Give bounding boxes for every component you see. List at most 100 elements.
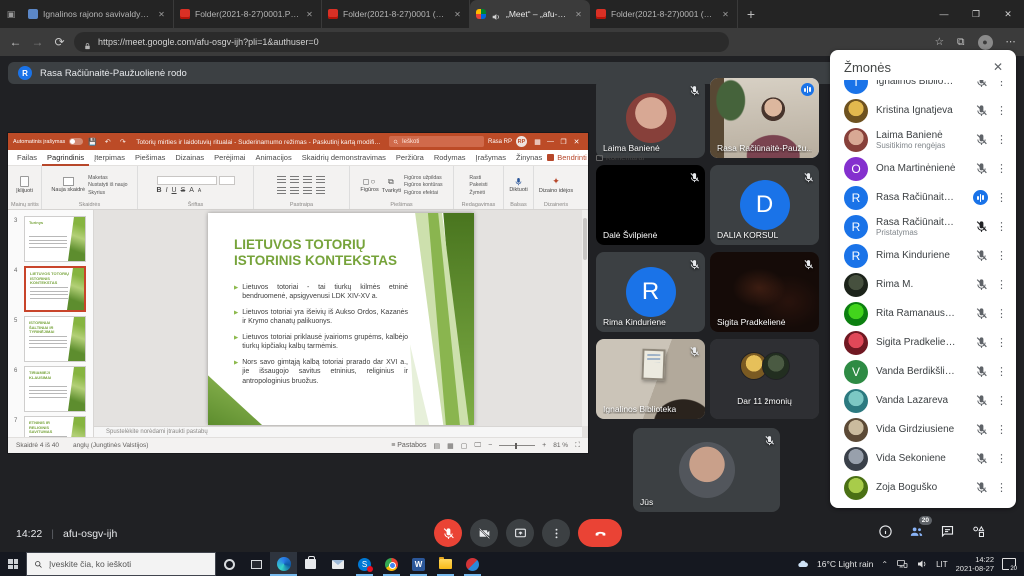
browser-tab[interactable]: Ignalinos rajono savivaldybės vie ✕	[22, 0, 174, 28]
new-tab-button[interactable]: +	[738, 0, 764, 28]
participant-more-icon[interactable]: ⋮	[996, 365, 1006, 378]
participant-more-icon[interactable]: ⋮	[996, 162, 1006, 175]
participant-row[interactable]: V Vanda Berdikšlienė ⋮	[830, 357, 1016, 386]
ribbon-tab[interactable]: Pagrindinis	[42, 150, 89, 166]
font-format-buttons[interactable]: BIUSAA	[157, 187, 235, 194]
participant-more-icon[interactable]: ⋮	[996, 80, 1006, 88]
ribbon-tab[interactable]: Peržiūra	[391, 150, 429, 166]
video-tile[interactable]: D DALIA KORSUL	[710, 165, 819, 245]
shape-fill-button[interactable]: Figūros užpildas	[404, 175, 443, 181]
participant-row[interactable]: Kristina Ignatjeva ⋮	[830, 96, 1016, 125]
tab-close-icon[interactable]: ✕	[304, 10, 315, 19]
taskbar-clock[interactable]: 14:222021-08-27	[956, 555, 994, 573]
save-icon[interactable]: 💾	[87, 138, 98, 146]
taskbar-app-word[interactable]: W	[405, 552, 432, 576]
close-icon[interactable]: ✕	[990, 60, 1006, 74]
participant-more-icon[interactable]: ⋮	[996, 336, 1006, 349]
slide-thumbnail[interactable]: 4 LIETUVOS TOTORIŲ ISTORINIS KONTEKSTAS	[8, 264, 93, 314]
ppt-restore-button[interactable]: ❐	[557, 138, 570, 146]
taskbar-app-skype[interactable]: S	[351, 552, 378, 576]
favorites-icon[interactable]: ☆	[935, 36, 944, 48]
taskbar-app-media[interactable]	[459, 552, 486, 576]
autosave-toggle[interactable]	[69, 138, 83, 145]
ribbon-tab[interactable]: Žinynas	[511, 150, 547, 166]
participant-more-icon[interactable]: ⋮	[996, 133, 1006, 146]
participant-row[interactable]: Rita Ramanauskienė ⋮	[830, 299, 1016, 328]
camera-toggle-button[interactable]	[470, 519, 498, 547]
taskbar-app-explorer[interactable]	[432, 552, 459, 576]
reading-view-icon[interactable]: ▢	[461, 442, 468, 450]
ribbon-tab[interactable]: Failas	[12, 150, 42, 166]
find-button[interactable]: Rasti	[469, 175, 487, 181]
paragraph-buttons[interactable]	[277, 176, 326, 195]
video-tile[interactable]: Sigita Pradkelienė	[710, 252, 819, 332]
refresh-icon[interactable]: ⟳	[52, 35, 67, 49]
font-size-select[interactable]	[219, 176, 235, 185]
section-button[interactable]: Skyrius	[88, 190, 128, 196]
ribbon-tab[interactable]: Animacijos	[250, 150, 296, 166]
participant-row[interactable]: O Ona Martinėnienė ⋮	[830, 154, 1016, 183]
more-options-button[interactable]	[542, 519, 570, 547]
browser-menu-icon[interactable]: ⋯	[1006, 36, 1017, 48]
ribbon-tab[interactable]: Dizainas	[170, 150, 209, 166]
participant-more-icon[interactable]: ⋮	[996, 249, 1006, 262]
video-tile[interactable]: Rasa Račiūnaitė-Paužu...	[710, 78, 819, 158]
tab-close-icon[interactable]: ✕	[573, 10, 584, 19]
participant-row[interactable]: Sigita Pradkelienė ⋮	[830, 328, 1016, 357]
tab-close-icon[interactable]: ✕	[720, 10, 731, 19]
leave-call-button[interactable]	[578, 519, 622, 547]
window-maximize-button[interactable]: ❐	[960, 0, 992, 28]
start-button[interactable]	[0, 552, 26, 576]
network-icon[interactable]	[896, 558, 908, 570]
normal-view-icon[interactable]: ▤	[433, 442, 440, 450]
language-indicator[interactable]: LIT	[936, 560, 948, 569]
ppt-close-button[interactable]: ✕	[570, 138, 583, 146]
notes-placeholder[interactable]: Spustelėkite norėdami įtraukti pastabų	[94, 426, 582, 437]
meeting-details-button[interactable]	[878, 524, 893, 544]
participant-row[interactable]: Zoja Boguško ⋮	[830, 473, 1016, 502]
participant-row[interactable]: I Ignalinos Biblioteka ⋮	[830, 80, 1016, 96]
slide-scrollbar[interactable]	[582, 210, 588, 426]
replace-button[interactable]: Pakeisti	[469, 182, 487, 188]
taskbar-app-store[interactable]	[297, 552, 324, 576]
current-slide[interactable]: LIETUVOS TOTORIŲ ISTORINIS KONTEKSTAS ▶ …	[208, 213, 474, 425]
taskbar-app-edge[interactable]	[270, 552, 297, 576]
participant-more-icon[interactable]: ⋮	[996, 452, 1006, 465]
ribbon-tab[interactable]: Skaidrių demonstravimas	[297, 150, 391, 166]
forward-icon[interactable]: →	[30, 35, 45, 49]
mic-toggle-button[interactable]	[434, 519, 462, 547]
ppt-minimize-button[interactable]: —	[544, 138, 557, 146]
arrange-button[interactable]: ⧉Tvarkyti	[382, 177, 401, 194]
notes-toggle[interactable]: ≡ Pastabos	[391, 442, 426, 449]
tab-search-icon[interactable]: ▣	[0, 0, 22, 28]
slide-sorter-icon[interactable]: ▦	[447, 442, 454, 450]
present-button[interactable]	[506, 519, 534, 547]
ribbon-options-icon[interactable]: ▦	[531, 138, 544, 146]
participant-row[interactable]: Vanda Lazareva ⋮	[830, 386, 1016, 415]
ppt-user-avatar[interactable]: RP	[516, 136, 527, 147]
video-tile[interactable]: R Rima Kinduriene	[596, 252, 705, 332]
task-view-button[interactable]	[243, 552, 270, 576]
design-ideas-button[interactable]: ✦Dizaino idėjos	[539, 176, 573, 194]
shape-effects-button[interactable]: Figūros efektai	[404, 190, 443, 196]
participant-row[interactable]: Laima Banienė Susitikimo rengėjas ⋮	[830, 125, 1016, 154]
browser-tab[interactable]: Folder(2021-8-27)0001.PDF ✕	[174, 0, 322, 28]
window-close-button[interactable]: ✕	[992, 0, 1024, 28]
select-button[interactable]: Žymėti	[469, 190, 487, 196]
zoom-slider[interactable]	[499, 445, 535, 446]
slide-thumbnail[interactable]: 7 ETNINIS IR RELIGINIS SAVITUMAS	[8, 414, 93, 437]
dictate-button[interactable]: Diktuoti	[509, 177, 527, 193]
participant-more-icon[interactable]: ⋮	[996, 307, 1006, 320]
paste-button[interactable]: Įklijuoti	[16, 176, 33, 194]
browser-tab[interactable]: Folder(2021-8-27)0001 (1).PDF ✕	[322, 0, 470, 28]
collections-icon[interactable]: ⧉	[957, 36, 965, 49]
browser-tab[interactable]: Folder(2021-8-27)0001 (2).PDF ✕	[590, 0, 738, 28]
shapes-button[interactable]: ◻○Figūros	[360, 177, 378, 193]
window-minimize-button[interactable]: —	[928, 0, 960, 28]
ribbon-tab[interactable]: Piešimas	[130, 150, 170, 166]
taskbar-app-mail[interactable]	[324, 552, 351, 576]
zoom-out-icon[interactable]: −	[488, 442, 492, 449]
url-field[interactable]: https://meet.google.com/afu-osgv-ijh?pli…	[74, 32, 729, 52]
participant-row[interactable]: R Rasa Račiūnaitė-Paužuoli... Pristatyma…	[830, 212, 1016, 241]
slide-thumbnail[interactable]: 3 Turinys	[8, 214, 93, 264]
